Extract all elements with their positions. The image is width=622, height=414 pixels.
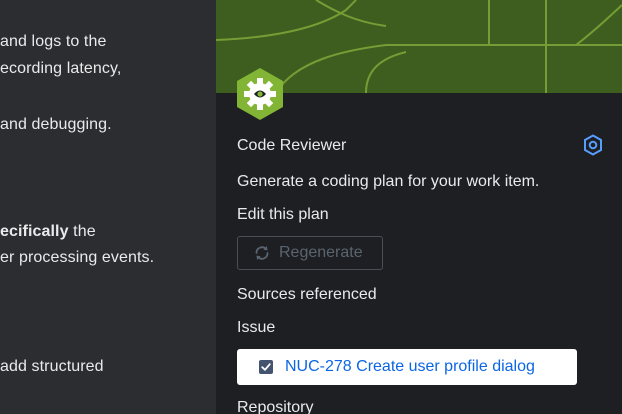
repository-heading: Repository: [237, 399, 314, 414]
app-root: and logs to the ecording latency, and de…: [0, 0, 622, 414]
agent-description: Generate a coding plan for your work ite…: [237, 173, 540, 190]
issue-link-card[interactable]: NUC-278 Create user profile dialog: [237, 349, 577, 385]
edit-plan-heading: Edit this plan: [237, 206, 329, 223]
refresh-icon: [255, 246, 269, 260]
document-line: and debugging.: [0, 116, 112, 133]
document-line: er processing events.: [0, 249, 155, 266]
document-bold-text: ecifically: [0, 223, 69, 240]
issue-link-text: NUC-278 Create user profile dialog: [285, 358, 535, 375]
agent-settings-button[interactable]: [581, 133, 605, 157]
regenerate-label: Regenerate: [279, 244, 363, 261]
agent-name: Code Reviewer: [237, 137, 347, 154]
document-line: ecording latency,: [0, 60, 122, 77]
document-line: add structured: [0, 358, 104, 375]
sources-heading: Sources referenced: [237, 286, 377, 303]
task-checkbox-icon: [259, 360, 273, 374]
document-line: ecifically the: [0, 221, 96, 243]
agent-panel: Code Reviewer Generate a coding plan for…: [216, 0, 622, 414]
agent-gear-eye-icon: [237, 68, 283, 120]
settings-icon: [584, 134, 602, 156]
issue-heading: Issue: [237, 319, 276, 336]
regenerate-button[interactable]: Regenerate: [237, 236, 383, 270]
document-text: the: [68, 223, 96, 240]
document-line: and logs to the: [0, 33, 107, 50]
document-editor[interactable]: and logs to the ecording latency, and de…: [0, 0, 216, 414]
